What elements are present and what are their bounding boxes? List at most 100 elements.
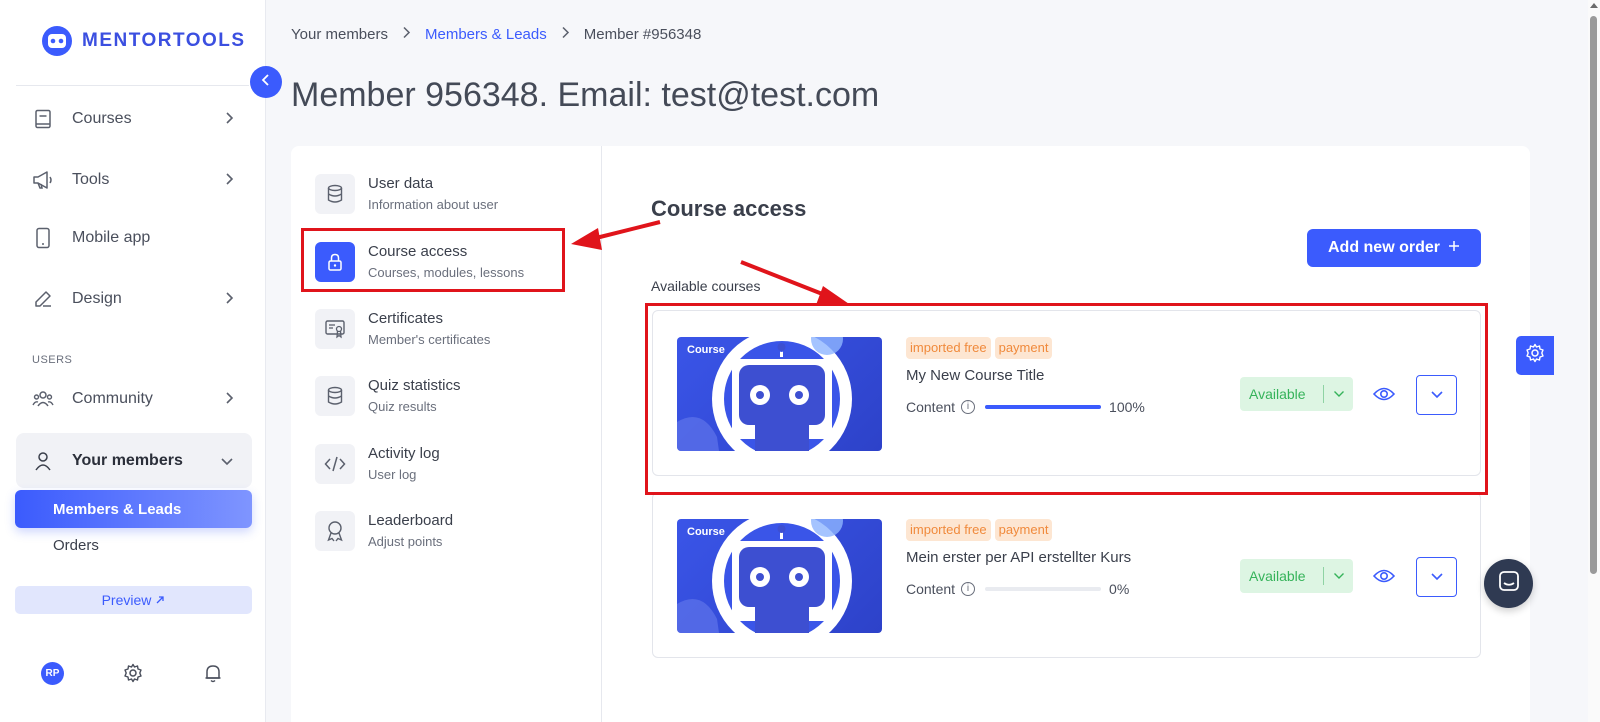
sidebar-subitem-orders[interactable]: Orders xyxy=(53,537,99,554)
sidebar-item-community[interactable]: Community xyxy=(16,377,252,421)
section-label-users: USERS xyxy=(32,354,73,366)
sidebar-item-label: Community xyxy=(72,390,153,407)
menu-item-subtitle: Information about user xyxy=(368,197,499,212)
breadcrumb-your-members[interactable]: Your members xyxy=(291,26,388,43)
available-courses-label: Available courses xyxy=(651,278,761,294)
breadcrumb: Your members Members & Leads Member #956… xyxy=(291,26,701,43)
database-icon xyxy=(315,174,355,214)
pencil-icon xyxy=(32,288,54,310)
preview-label: Preview xyxy=(101,592,152,608)
app-logo[interactable]: MENTORTOOLS xyxy=(40,24,246,58)
expand-course-button[interactable] xyxy=(1416,375,1457,415)
course-tag: Course xyxy=(687,526,725,538)
sidebar-item-courses[interactable]: Courses xyxy=(16,97,252,141)
menu-item-subtitle: Courses, modules, lessons xyxy=(368,265,525,280)
add-order-label: Add new order xyxy=(1327,239,1440,256)
book-icon xyxy=(32,108,54,130)
lock-icon xyxy=(315,242,355,282)
member-menu-quiz-statistics[interactable]: Quiz statistics Quiz results xyxy=(315,368,585,424)
chevron-down-icon xyxy=(220,453,234,471)
award-icon xyxy=(315,511,355,551)
status-label: Available xyxy=(1249,386,1306,402)
scroll-up-arrow-icon[interactable] xyxy=(1590,3,1598,8)
avatar[interactable]: RP xyxy=(41,662,64,685)
certificate-icon xyxy=(315,309,355,349)
menu-item-text: User data Information about user xyxy=(368,174,498,214)
phone-icon xyxy=(32,227,54,249)
page-title: Member 956348. Email: test@test.com xyxy=(291,76,880,114)
progress-fill xyxy=(985,405,1102,409)
sidebar-item-tools[interactable]: Tools xyxy=(16,158,252,202)
menu-item-text: Quiz statistics Quiz results xyxy=(368,376,461,416)
course-progress-row: Content i 100% xyxy=(906,399,1145,415)
menu-item-subtitle: Member's certificates xyxy=(368,332,491,347)
sidebar-item-label: Mobile app xyxy=(72,229,151,246)
settings-gear-icon[interactable] xyxy=(122,662,144,684)
chevron-left-icon xyxy=(261,73,271,92)
bell-icon[interactable] xyxy=(202,662,224,684)
megaphone-icon xyxy=(32,169,54,191)
menu-item-subtitle: User log xyxy=(368,467,417,482)
plus-icon xyxy=(1448,239,1460,257)
chevron-down-icon xyxy=(1430,568,1444,586)
add-new-order-button[interactable]: Add new order xyxy=(1307,229,1481,267)
course-title: Mein erster per API erstellter Kurs xyxy=(906,549,1132,566)
status-dropdown[interactable]: Available xyxy=(1240,377,1353,411)
sidebar-item-label: Your members xyxy=(72,451,183,469)
info-icon[interactable]: i xyxy=(961,582,976,596)
course-progress-row: Content i 0% xyxy=(906,581,1129,597)
info-icon[interactable]: i xyxy=(961,400,976,414)
sidebar-item-your-members[interactable]: Your members xyxy=(16,433,252,488)
sidebar-item-label: Design xyxy=(72,290,122,307)
badge-payment: payment xyxy=(994,337,1053,359)
course-tag: Course xyxy=(687,344,725,356)
menu-item-title: User data xyxy=(368,175,434,192)
expand-course-button[interactable] xyxy=(1416,557,1457,597)
chevron-right-icon xyxy=(224,111,234,130)
chevron-right-icon xyxy=(224,172,234,191)
sidebar-subitem-members-leads[interactable]: Members & Leads xyxy=(15,490,252,528)
external-link-icon xyxy=(155,592,165,608)
menu-item-text: Leaderboard Adjust points xyxy=(368,511,453,551)
member-menu-certificates[interactable]: Certificates Member's certificates xyxy=(315,301,585,357)
chevron-right-icon xyxy=(561,26,570,43)
chevron-down-icon xyxy=(1324,572,1353,580)
sidebar-item-label: Tools xyxy=(72,171,110,188)
course-card: Course imported free payment My New Cour… xyxy=(652,310,1481,476)
breadcrumb-current: Member #956348 xyxy=(583,26,702,43)
menu-item-title: Leaderboard xyxy=(368,512,454,529)
eye-icon[interactable] xyxy=(1372,565,1396,587)
member-detail-card: User data Information about user Course … xyxy=(291,146,1530,722)
logo-text: MENTORTOOLS xyxy=(82,30,246,51)
course-card: Course imported free payment Mein erster… xyxy=(652,492,1481,658)
member-menu-user-data[interactable]: User data Information about user xyxy=(315,166,585,222)
menu-item-text: Activity log User log xyxy=(368,444,440,484)
status-label: Available xyxy=(1249,568,1306,584)
scroll-thumb[interactable] xyxy=(1590,16,1597,574)
content-label: Content xyxy=(906,399,956,415)
member-menu-course-access[interactable]: Course access Courses, modules, lessons xyxy=(315,234,585,290)
preview-button[interactable]: Preview xyxy=(15,586,252,614)
member-menu-leaderboard[interactable]: Leaderboard Adjust points xyxy=(315,503,585,559)
user-icon xyxy=(32,450,54,472)
menu-item-text: Course access Courses, modules, lessons xyxy=(368,242,524,282)
sidebar-item-mobile-app[interactable]: Mobile app xyxy=(16,216,252,260)
member-menu: User data Information about user Course … xyxy=(291,146,602,722)
chevron-down-icon xyxy=(1324,390,1353,398)
course-badges: imported free payment xyxy=(906,337,1053,359)
sidebar-item-design[interactable]: Design xyxy=(16,277,252,321)
member-menu-activity-log[interactable]: Activity log User log xyxy=(315,436,585,492)
chat-launcher-button[interactable] xyxy=(1484,559,1533,608)
course-thumbnail[interactable]: Course xyxy=(677,337,882,451)
chevron-down-icon xyxy=(1430,386,1444,404)
course-badges: imported free payment xyxy=(906,519,1053,541)
page-scrollbar[interactable] xyxy=(1588,0,1600,722)
chevron-right-icon xyxy=(402,26,411,43)
settings-panel-toggle[interactable] xyxy=(1516,336,1554,375)
breadcrumb-members-leads[interactable]: Members & Leads xyxy=(425,26,547,43)
collapse-sidebar-button[interactable] xyxy=(250,66,282,98)
eye-icon[interactable] xyxy=(1372,383,1396,405)
status-dropdown[interactable]: Available xyxy=(1240,559,1353,593)
sidebar: MENTORTOOLS Courses Tools Mobile app Des… xyxy=(0,0,266,722)
course-thumbnail[interactable]: Course xyxy=(677,519,882,633)
